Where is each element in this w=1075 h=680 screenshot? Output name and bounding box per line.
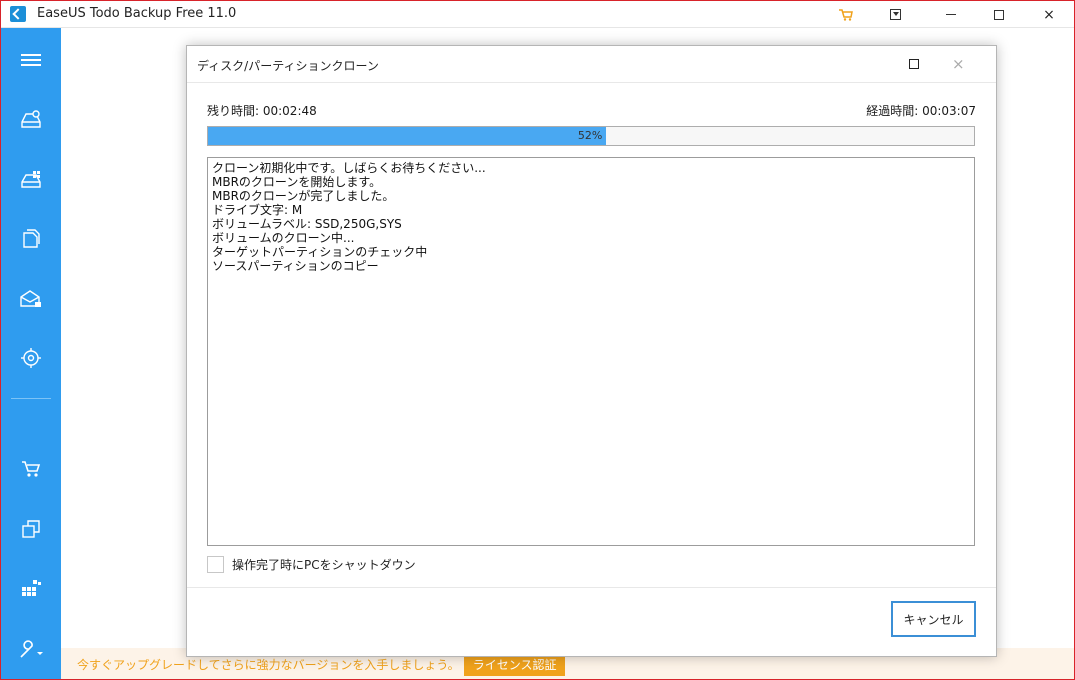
smart-backup-svg [21, 348, 41, 368]
log-output: クローン初期化中です。しばらくお待ちください... MBRのクローンを開始します… [207, 157, 975, 546]
log-line: クローン初期化中です。しばらくお待ちください... [212, 161, 486, 175]
tools-grid-icon[interactable] [1, 568, 61, 608]
maximize-icon[interactable] [976, 1, 1022, 28]
log-line: ボリュームラベル: SSD,250G,SYS [212, 217, 402, 231]
disk-backup-icon[interactable] [1, 100, 61, 140]
mail-backup-svg [20, 290, 41, 307]
sidebar [1, 28, 61, 679]
hamburger-menu-icon[interactable] [1, 40, 61, 80]
system-backup-icon[interactable] [1, 160, 61, 200]
system-backup-svg [21, 171, 41, 188]
log-line: MBRのクローンが完了しました。 [212, 189, 395, 203]
maximize-box [994, 9, 1004, 20]
mail-backup-icon[interactable] [1, 279, 61, 319]
sidebar-divider [11, 398, 51, 399]
minimize-line [946, 14, 956, 15]
upgrade-text[interactable]: 今すぐアップグレードしてさらに強力なバージョンを入手しましょう。 [77, 656, 460, 673]
remaining-time: 残り時間: 00:02:48 [207, 104, 317, 118]
window-title: EaseUS Todo Backup Free 11.0 [37, 6, 237, 21]
log-line: ターゲットパーティションのチェック中 [212, 245, 428, 259]
file-backup-svg [23, 229, 40, 248]
log-line: ソースパーティションのコピー [212, 259, 379, 273]
hamburger-lines [21, 54, 41, 66]
dropdown-menu-icon[interactable] [872, 1, 918, 28]
elapsed-time: 経過時間: 00:03:07 [866, 104, 976, 118]
dialog-header-divider [187, 82, 996, 83]
app-logo-icon [10, 6, 26, 22]
log-line: ドライブ文字: M [212, 203, 303, 217]
minimize-icon[interactable] [928, 1, 974, 28]
dialog-title: ディスク/パーティションクローン [197, 59, 379, 73]
sidebar-cart-svg [22, 461, 41, 477]
close-icon[interactable]: × [1026, 1, 1072, 28]
progress-percent: 52% [577, 129, 603, 142]
log-line: MBRのクローンを開始します。 [212, 175, 382, 189]
dropdown-box [889, 9, 901, 20]
log-line: ボリュームのクローン中... [212, 231, 355, 245]
shutdown-label[interactable]: 操作完了時にPCをシャットダウン [232, 556, 416, 573]
dialog-close-icon[interactable]: × [952, 55, 965, 73]
shutdown-option[interactable]: 操作完了時にPCをシャットダウン [207, 556, 416, 573]
shutdown-checkbox[interactable] [207, 556, 224, 573]
clone-svg [22, 520, 40, 538]
clone-icon[interactable] [1, 509, 61, 549]
progress-bar: 52% [207, 126, 975, 146]
cancel-button[interactable]: キャンセル [891, 601, 976, 637]
dialog-maximize-icon[interactable] [909, 59, 919, 69]
wrench-icon[interactable] [1, 630, 61, 670]
app-window: EaseUS Todo Backup Free 11.0 × 今すぐアップグレー… [0, 0, 1075, 680]
clone-dialog: ディスク/パーティションクローン × 残り時間: 00:02:48 経過時間: … [186, 45, 997, 657]
tools-grid-svg [22, 580, 41, 596]
title-bar: EaseUS Todo Backup Free 11.0 × [1, 1, 1074, 28]
disk-backup-svg [21, 110, 41, 128]
wrench-svg [20, 640, 43, 658]
sidebar-cart-icon[interactable] [1, 449, 61, 489]
file-backup-icon[interactable] [1, 219, 61, 259]
smart-backup-icon[interactable] [1, 338, 61, 378]
dialog-footer-divider [187, 587, 996, 588]
cart-icon[interactable] [823, 1, 869, 28]
cart-icon-svg [839, 8, 853, 21]
